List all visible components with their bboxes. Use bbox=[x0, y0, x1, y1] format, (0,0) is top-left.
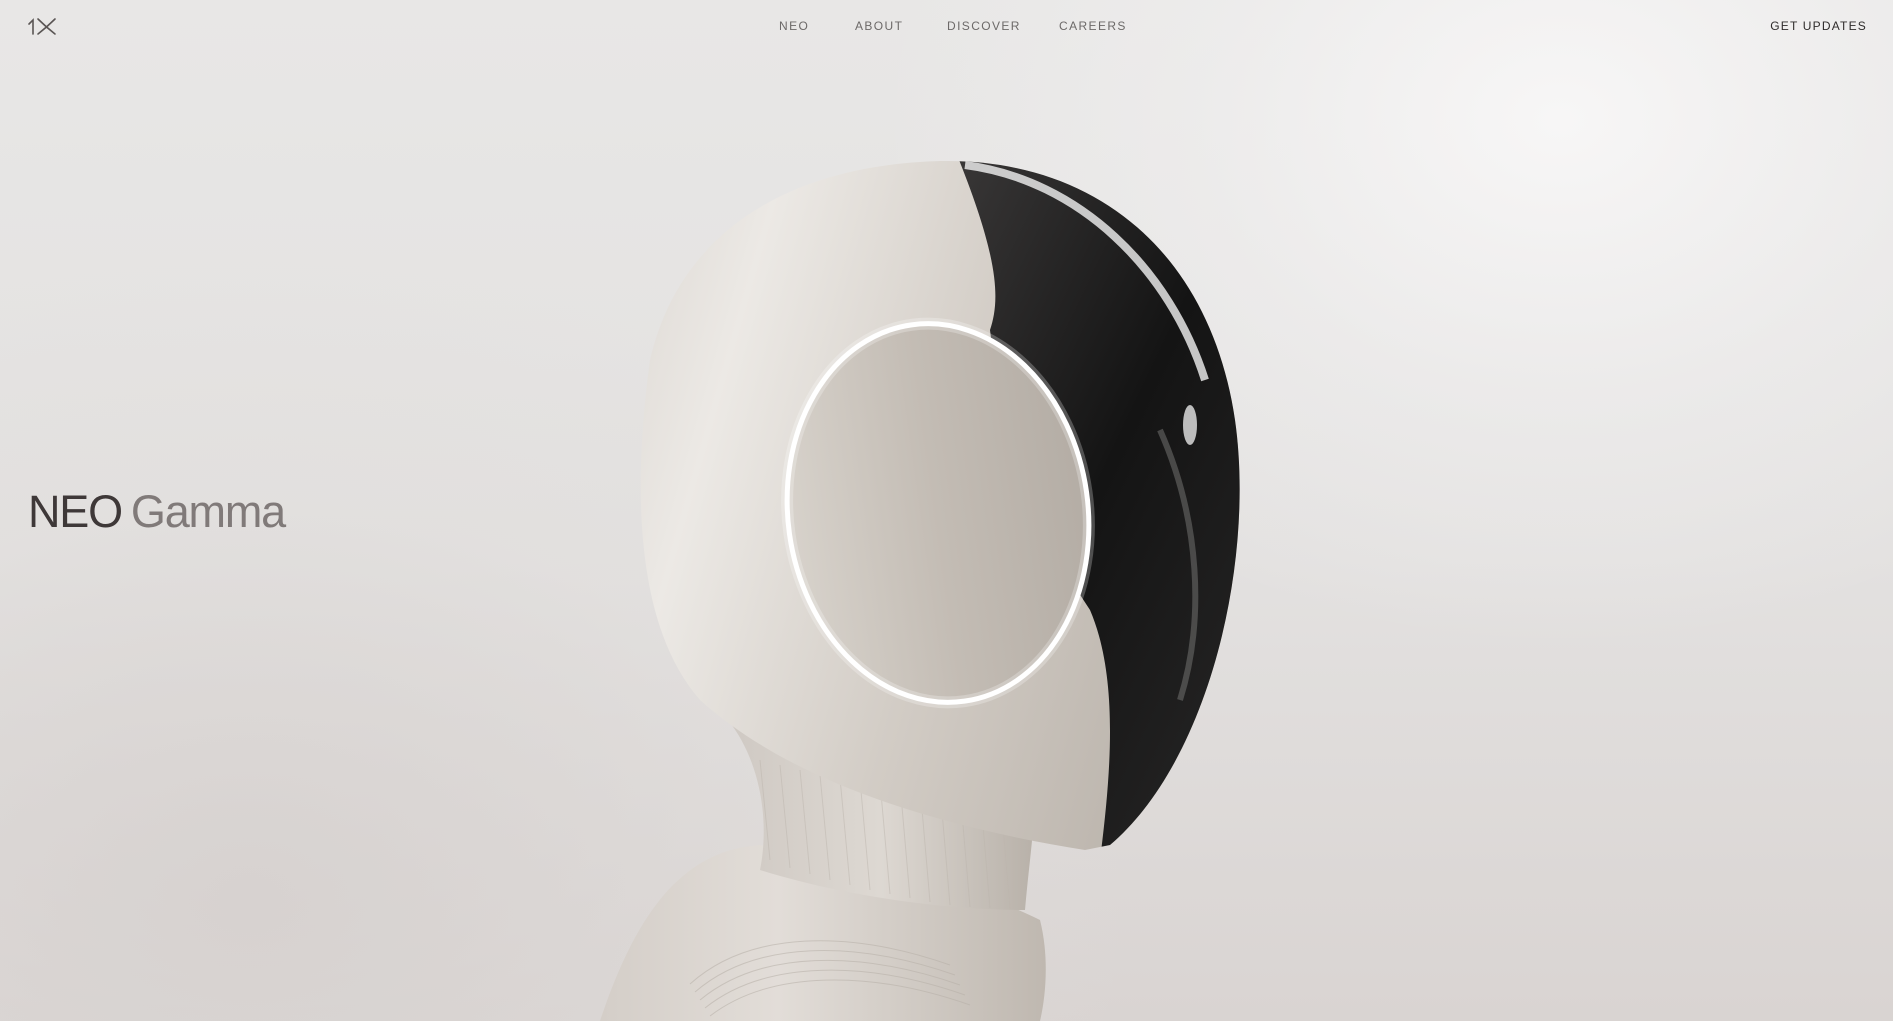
nav-link-careers[interactable]: CAREERS bbox=[1059, 19, 1127, 33]
hero-headline: NEO Gamma bbox=[28, 484, 286, 540]
nav-link-neo[interactable]: NEO bbox=[779, 19, 809, 33]
product-variant: Gamma bbox=[130, 486, 286, 537]
product-name: NEO bbox=[28, 486, 123, 537]
hero-page: NEO ABOUT DISCOVER CAREERS GET UPDATES N… bbox=[0, 0, 1893, 1021]
nav-links: NEO ABOUT DISCOVER CAREERS bbox=[0, 19, 1893, 35]
nav-link-about[interactable]: ABOUT bbox=[855, 19, 903, 33]
get-updates-button[interactable]: GET UPDATES bbox=[1770, 19, 1867, 33]
nav-link-discover[interactable]: DISCOVER bbox=[947, 19, 1021, 33]
top-navigation: NEO ABOUT DISCOVER CAREERS GET UPDATES bbox=[0, 0, 1893, 52]
